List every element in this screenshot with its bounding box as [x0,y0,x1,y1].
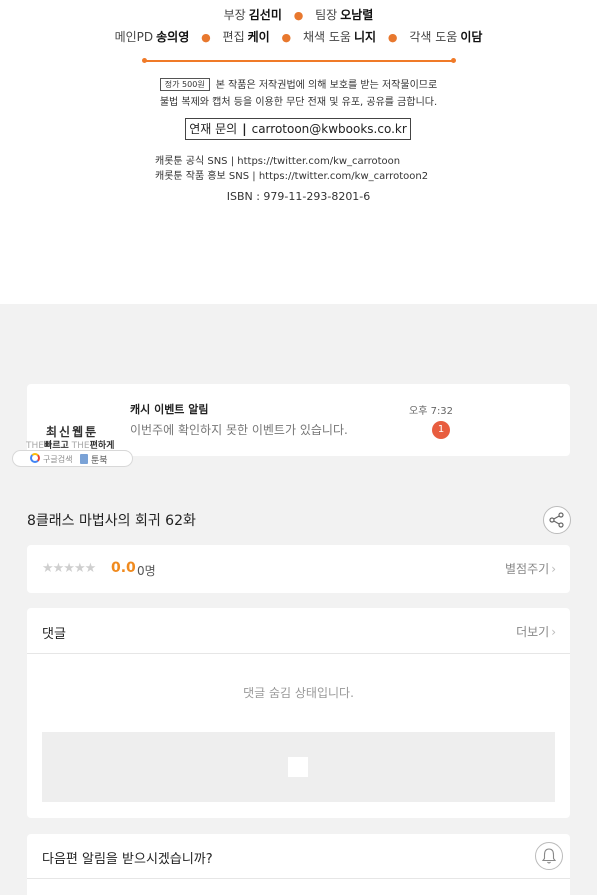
contact-separator: | [242,122,247,136]
staff-name: 오남렬 [340,8,374,22]
notice-text: 본 작품은 저작권법에 의해 보호를 받는 저작물이므로 [215,80,438,91]
comments-title: 댓글 [42,627,66,642]
chevron-right-icon: › [551,625,556,639]
sns-promo-link[interactable]: 캐롯툰 작품 홍보 SNS | https://twitter.com/kw_c… [155,167,428,182]
notification-time: 오후 7:32 [409,406,454,417]
comments-more-button[interactable]: 더보기 › [516,623,556,640]
contact-label: 연재 문의 [189,122,238,136]
contact-box: 연재 문의 | carrotoon@kwbooks.co.kr [185,118,411,140]
isbn-text: ISBN : 979-11-293-8201-6 [226,190,371,203]
alert-question: 다음편 알림을 받으시겠습니까? [42,852,213,867]
staff-role: 채색 도움 [302,30,351,44]
staff-name: 이담 [460,30,483,44]
rating-score: 0.0 [111,560,136,576]
book-icon [80,454,88,464]
separator-dot-icon: ● [201,31,211,44]
staff-role: 팀장 [315,8,338,22]
staff-name: 송의영 [156,30,190,44]
book-label: 툰북 [91,456,108,466]
ad-search-pill[interactable]: 구글검색 툰북 [12,450,133,467]
rate-button[interactable]: 별점주기 › [505,560,556,577]
comments-ad-placeholder [42,732,555,802]
staff-line-2: 메인PD 송의영 ● 편집 케이 ● 채색 도움 니지 ● 각색 도움 이담 [0,28,597,45]
orange-divider [142,58,456,63]
comments-hidden-notice: 댓글 숨김 상태입니다. [243,686,354,700]
share-button[interactable] [543,506,571,534]
staff-line-1: 부장 김선미 ● 팀장 오남렬 [0,6,597,23]
comments-header: 댓글 더보기 › [27,608,570,654]
contact-email[interactable]: carrotoon@kwbooks.co.kr [252,122,407,136]
ad-widget[interactable]: 최신웹툰 THE빠르고 THE편하게 구글검색 툰북 [12,420,134,468]
staff-role: 각색 도움 [409,30,458,44]
google-g-icon [30,453,40,463]
separator-dot-icon: ● [293,9,304,22]
separator-dot-icon: ● [387,31,398,44]
staff-role: 편집 [222,30,245,44]
rating-stars: ★★★★★ [42,561,96,576]
chevron-right-icon: › [551,562,556,576]
bell-icon [541,848,557,864]
rating-count: 0명 [137,564,156,578]
rating-card: ★★★★★ 0.0 0명 별점주기 › [27,545,570,593]
comments-card: 댓글 더보기 › 댓글 숨김 상태입니다. [27,608,570,818]
sns-official-link[interactable]: 캐롯툰 공식 SNS | https://twitter.com/kw_carr… [155,152,400,167]
alert-divider [27,878,570,879]
episode-title: 8클래스 마법사의 회귀 62화 [27,513,196,529]
credits-section: 부장 김선미 ● 팀장 오남렬 메인PD 송의영 ● 편집 케이 ● 채색 도움 니지 ●… [0,0,597,304]
staff-name: 케이 [247,30,270,44]
separator-dot-icon: ● [281,31,292,44]
staff-name: 니지 [353,30,377,44]
notification-message: 이번주에 확인하지 못한 이벤트가 있습니다. [130,423,348,437]
next-episode-alert-card: 다음편 알림을 받으시겠습니까? [27,834,570,895]
staff-role: 부장 [223,8,246,22]
image-placeholder-icon [288,757,308,777]
share-icon [549,512,564,528]
staff-role: 메인PD [114,30,154,44]
price-tag: 정가 500원 [159,78,210,91]
notification-badge: 1 [432,421,450,439]
google-label: 구글검색 [43,455,73,464]
copyright-notice-line-1: 정가 500원 본 작품은 저작권법에 의해 보호를 받는 저작물이므로 [0,76,597,91]
more-label: 더보기 [516,625,550,639]
copyright-notice-line-2: 불법 복제와 캡처 등을 이용한 무단 전재 및 유포, 공유를 금합니다. [159,97,438,108]
staff-name: 김선미 [248,8,282,22]
notification-title: 캐시 이벤트 알림 [130,403,209,416]
alert-bell-button[interactable] [535,842,563,870]
rate-button-label: 별점주기 [505,562,550,576]
